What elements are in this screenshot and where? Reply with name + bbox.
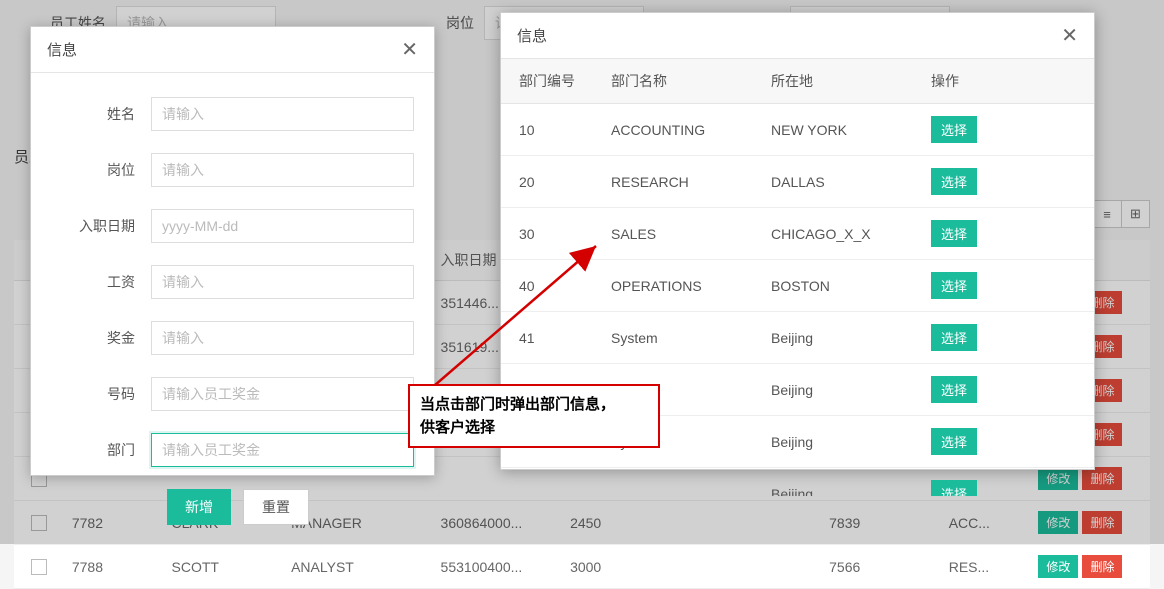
field-name-label: 姓名	[51, 104, 151, 124]
field-wage-input[interactable]	[151, 265, 414, 299]
cell-id: 7788	[64, 549, 164, 585]
dept-cell-name: RESEARCH	[601, 162, 761, 202]
callout-line2: 供客户选择	[420, 417, 648, 440]
select-button[interactable]: 选择	[931, 480, 977, 496]
select-button[interactable]: 选择	[931, 168, 977, 195]
field-bonus-label: 奖金	[51, 328, 151, 348]
dept-row: 41SystemBeijing 选择	[501, 312, 1094, 364]
cell-wage: 3000	[562, 549, 692, 585]
cell-date: 553100400...	[433, 549, 563, 585]
dept-cell-loc: BOSTON	[761, 266, 921, 306]
field-dept-label: 部门	[51, 440, 151, 460]
dept-cell-name	[601, 482, 761, 497]
close-icon[interactable]: ✕	[401, 40, 418, 60]
dept-cell-no: 40	[501, 266, 601, 306]
dept-cell-loc: Beijing	[761, 370, 921, 410]
dept-cell-loc: CHICAGO_X_X	[761, 214, 921, 254]
select-button[interactable]: 选择	[931, 324, 977, 351]
field-number-label: 号码	[51, 384, 151, 404]
dept-cell-loc: DALLAS	[761, 162, 921, 202]
dept-row: 20RESEARCHDALLAS 选择	[501, 156, 1094, 208]
cell-num: 7566	[821, 549, 941, 585]
dept-cell-loc: Beijing	[761, 318, 921, 358]
cell-bonus	[692, 557, 822, 577]
field-hiredate-input[interactable]	[151, 209, 414, 243]
modal-left-title: 信息	[47, 39, 77, 60]
dept-row: 10ACCOUNTINGNEW YORK 选择	[501, 104, 1094, 156]
dept-cell-no: 41	[501, 318, 601, 358]
cell-post: ANALYST	[283, 549, 432, 585]
dept-cell-no: 30	[501, 214, 601, 254]
dept-cell-name: SALES	[601, 214, 761, 254]
dept-row: 40OPERATIONSBOSTON 选择	[501, 260, 1094, 312]
dept-cell-name: System	[601, 318, 761, 358]
dept-col-no: 部门编号	[501, 59, 601, 103]
callout-line1: 当点击部门时弹出部门信息，	[420, 394, 648, 417]
select-button[interactable]: 选择	[931, 376, 977, 403]
dept-col-name: 部门名称	[601, 59, 761, 103]
dept-row: Beijing 选择	[501, 468, 1094, 496]
dept-row: 30SALESCHICAGO_X_X 选择	[501, 208, 1094, 260]
select-button[interactable]: 选择	[931, 116, 977, 143]
cell-name: SCOTT	[164, 549, 284, 585]
dept-cell-name: ACCOUNTING	[601, 110, 761, 150]
dept-col-loc: 所在地	[761, 59, 921, 103]
close-icon[interactable]: ✕	[1061, 26, 1078, 46]
row-checkbox[interactable]	[31, 559, 47, 575]
select-button[interactable]: 选择	[931, 428, 977, 455]
select-button[interactable]: 选择	[931, 272, 977, 299]
reset-button[interactable]: 重置	[243, 489, 309, 525]
cell-dept: RES...	[941, 549, 1031, 585]
edit-button[interactable]: 修改	[1038, 555, 1078, 578]
select-button[interactable]: 选择	[931, 220, 977, 247]
modal-right-title: 信息	[517, 25, 547, 46]
info-form-modal: 信息 ✕ 姓名 岗位 入职日期 工资 奖金 号码 部门	[30, 26, 435, 476]
table-row: 7788SCOTTANALYST553100400...3000 7566RES.…	[14, 545, 1150, 589]
field-hiredate-label: 入职日期	[51, 216, 151, 236]
field-wage-label: 工资	[51, 272, 151, 292]
dept-cell-no: 10	[501, 110, 601, 150]
dept-cell-loc: NEW YORK	[761, 110, 921, 150]
field-bonus-input[interactable]	[151, 321, 414, 355]
field-post-label: 岗位	[51, 160, 151, 180]
field-post-input[interactable]	[151, 153, 414, 187]
dept-cell-loc: Beijing	[761, 474, 921, 497]
field-number-input[interactable]	[151, 377, 414, 411]
field-dept-input[interactable]	[151, 433, 414, 467]
dept-cell-no	[501, 482, 601, 497]
new-button[interactable]: 新增	[167, 489, 231, 525]
dept-col-action: 操作	[921, 59, 1041, 103]
delete-button[interactable]: 删除	[1082, 555, 1122, 578]
dept-cell-no: 20	[501, 162, 601, 202]
annotation-callout: 当点击部门时弹出部门信息， 供客户选择	[408, 384, 660, 448]
dept-cell-name: OPERATIONS	[601, 266, 761, 306]
dept-cell-loc: Beijing	[761, 422, 921, 462]
field-name-input[interactable]	[151, 97, 414, 131]
